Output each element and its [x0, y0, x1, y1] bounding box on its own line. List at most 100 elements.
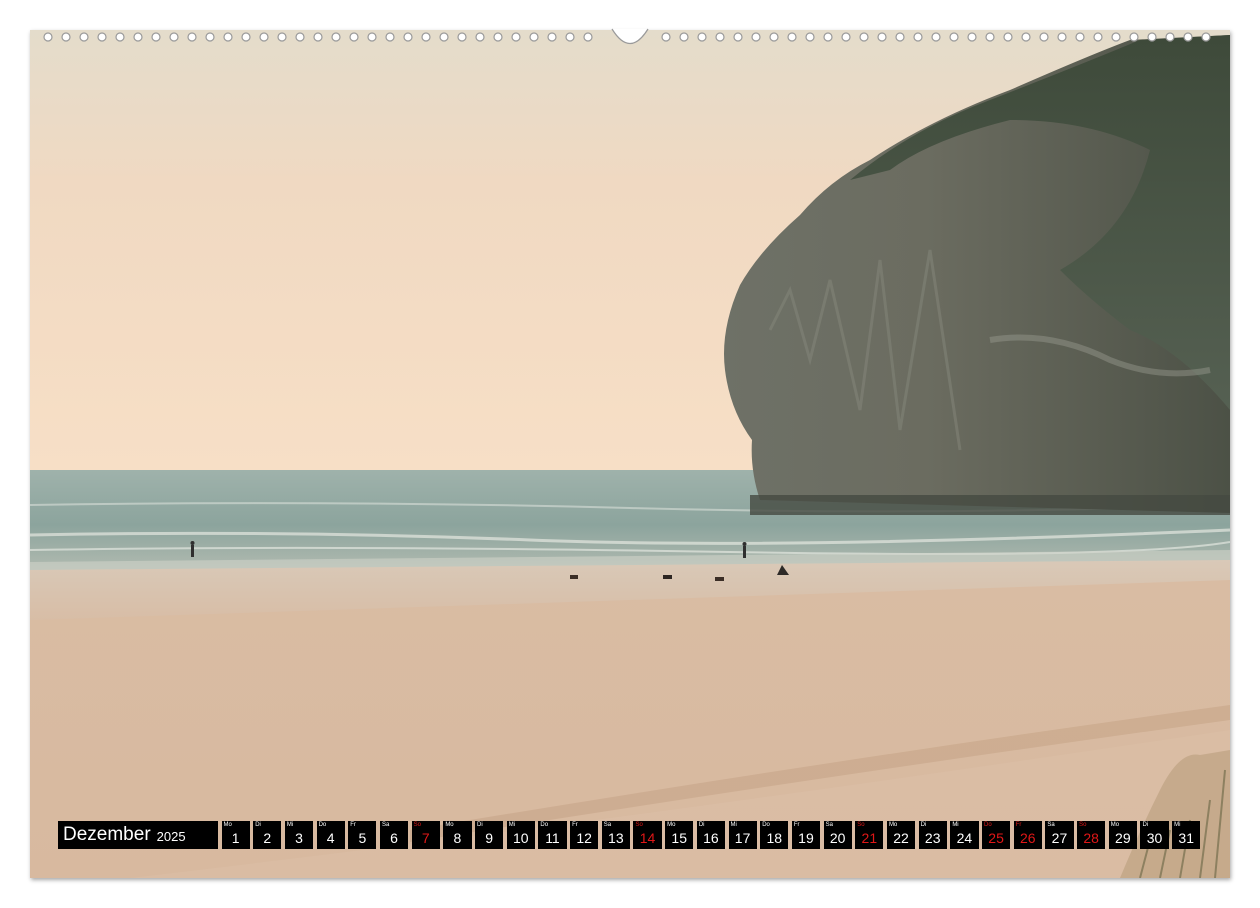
day-cell: Fr 5 [348, 821, 377, 849]
day-cell: Mo 1 [221, 821, 250, 849]
day-cell: Sa 27 [1045, 821, 1074, 849]
calendar-page [30, 30, 1230, 878]
day-cell: Mo 29 [1108, 821, 1137, 849]
day-cell: Sa 6 [379, 821, 409, 849]
day-cell: Sa 20 [823, 821, 852, 849]
day-number: 19 [798, 830, 814, 846]
beach-cliff-photo [30, 30, 1230, 878]
day-abbreviation: So [857, 822, 865, 828]
day-number: 30 [1146, 830, 1163, 846]
day-number: 18 [766, 830, 783, 846]
day-number: 11 [545, 830, 560, 846]
day-number: 31 [1178, 830, 1194, 846]
day-number: 6 [390, 830, 398, 846]
day-cell: Do 4 [316, 821, 345, 849]
day-abbreviation: So [1079, 822, 1087, 828]
day-abbreviation: Di [920, 822, 927, 828]
day-abbreviation: Mi [286, 822, 294, 828]
day-cell: So 14 [633, 821, 662, 849]
day-abbreviation: Di [255, 822, 261, 828]
day-number: 1 [231, 830, 240, 846]
day-abbreviation: Mi [1174, 822, 1181, 828]
day-number: 12 [576, 830, 592, 846]
day-cell: Di 16 [696, 821, 725, 849]
day-number: 5 [358, 830, 367, 846]
day-cell: Di 2 [253, 821, 282, 849]
day-cell: Mi 17 [728, 821, 757, 849]
day-number: 9 [485, 830, 493, 846]
month-name: Dezember [63, 824, 151, 845]
day-cell: Sa 13 [601, 821, 630, 849]
day-abbreviation: Sa [381, 822, 390, 828]
day-number: 21 [861, 830, 878, 846]
day-abbreviation: Mi [508, 822, 516, 828]
day-abbreviation: Mo [445, 822, 454, 828]
day-number: 24 [956, 830, 973, 846]
calendar-date-strip: Dezember 2025 Mo 1 Di 2 Mi 3 Do 4 Fr 5 Sa 6 So 7 Mo 8 Di… [58, 821, 1201, 849]
day-cell: Do 18 [760, 821, 789, 849]
day-cell: Mo 8 [443, 821, 472, 849]
month-year: 2025 [156, 828, 186, 844]
day-abbreviation: Di [698, 822, 705, 828]
day-number: 15 [671, 830, 687, 846]
day-cell: Mo 22 [886, 821, 916, 849]
day-cell: Fr 19 [791, 821, 821, 849]
day-abbreviation: Do [540, 822, 549, 828]
day-number: 29 [1115, 830, 1131, 846]
day-number: 16 [703, 830, 719, 846]
day-cell: Mi 24 [950, 821, 979, 849]
day-cell: Mo 15 [665, 821, 694, 849]
day-abbreviation: Sa [825, 822, 833, 828]
day-cell: So 7 [411, 821, 440, 849]
day-number: 25 [988, 830, 1004, 846]
day-abbreviation: Mo [1110, 822, 1120, 828]
month-label: Dezember 2025 [58, 821, 218, 849]
day-number: 20 [829, 830, 846, 846]
day-abbreviation: Fr [793, 822, 800, 828]
day-abbreviation: Mo [888, 822, 898, 828]
day-number: 27 [1051, 830, 1068, 846]
day-abbreviation: Mi [952, 822, 959, 828]
day-number: 28 [1083, 830, 1099, 846]
day-number: 22 [893, 830, 909, 846]
day-abbreviation: Sa [603, 822, 612, 828]
day-cell: Do 25 [982, 821, 1011, 849]
day-abbreviation: Do [984, 822, 992, 828]
day-number: 4 [326, 830, 335, 846]
day-cell: So 21 [855, 821, 884, 849]
day-abbreviation: Mo [223, 822, 232, 828]
day-number: 26 [1019, 830, 1036, 846]
day-number: 7 [421, 830, 430, 846]
day-number: 3 [295, 830, 303, 846]
day-cell: Do 11 [538, 821, 567, 849]
day-number: 2 [263, 830, 272, 846]
day-number: 13 [608, 830, 624, 846]
day-abbreviation: So [413, 822, 421, 828]
day-cell: Mi 10 [506, 821, 535, 849]
day-number: 23 [924, 830, 941, 846]
day-cell: Mi 31 [1172, 821, 1201, 849]
day-abbreviation: Fr [1015, 822, 1022, 828]
day-abbreviation: Di [477, 822, 483, 828]
hanger-hook-icon [611, 28, 649, 45]
day-abbreviation: Fr [350, 822, 356, 828]
day-cells: Mo 1 Di 2 Mi 3 Do 4 Fr 5 Sa 6 So 7 Mo 8 Di 9 Mi 10 Do 11 Fr 12 S… [221, 821, 1201, 849]
day-abbreviation: Do [762, 822, 770, 828]
day-abbreviation: So [635, 822, 643, 828]
day-cell: Di 9 [475, 821, 504, 849]
day-abbreviation: Fr [572, 822, 578, 828]
day-cell: Fr 12 [570, 821, 599, 849]
day-cell: So 28 [1077, 821, 1106, 849]
day-number: 17 [734, 830, 751, 846]
day-abbreviation: Sa [1047, 822, 1055, 828]
day-number: 14 [639, 830, 656, 846]
day-abbreviation: Di [1142, 822, 1149, 828]
day-cell: Mi 3 [284, 821, 314, 849]
day-number: 8 [453, 830, 462, 846]
day-abbreviation: Mo [667, 822, 676, 828]
day-cell: Di 30 [1140, 821, 1169, 849]
day-abbreviation: Mi [730, 822, 737, 828]
day-number: 10 [512, 830, 529, 846]
day-cell: Di 23 [918, 821, 947, 849]
day-abbreviation: Do [318, 822, 327, 828]
